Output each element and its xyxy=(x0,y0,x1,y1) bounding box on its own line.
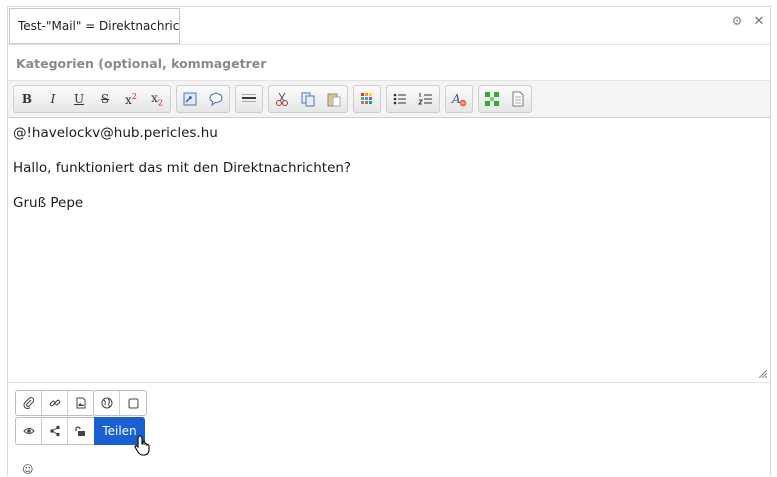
mention-line: @!havelockv@hub.pericles.hu xyxy=(13,125,218,141)
title-input[interactable]: Test-"Mail" = Direktnachric xyxy=(9,8,180,44)
image-icon xyxy=(76,397,86,409)
square-icon xyxy=(128,398,138,408)
share-icon xyxy=(49,425,60,437)
body-line: Hallo, funktioniert das mit den Direktna… xyxy=(13,160,352,176)
categories-row xyxy=(8,46,770,81)
unlock-icon xyxy=(75,426,85,436)
list-group xyxy=(386,85,440,113)
bulleted-list-button[interactable] xyxy=(387,86,413,112)
superscript-button[interactable]: x2 xyxy=(118,86,144,112)
globe-icon xyxy=(101,397,112,409)
bulleted-list-icon xyxy=(393,93,406,105)
insert-link-icon xyxy=(183,92,197,106)
grid-icon xyxy=(485,92,499,106)
cut-icon xyxy=(276,92,288,106)
italic-button[interactable]: I xyxy=(40,86,66,112)
eye-icon xyxy=(22,428,35,434)
permissions-button[interactable] xyxy=(68,418,94,444)
share-options-button[interactable] xyxy=(42,418,68,444)
paste-icon xyxy=(327,93,341,107)
clipboard-group xyxy=(268,85,348,113)
signature-line: Gruß Pepe xyxy=(13,195,84,211)
strikethrough-button[interactable]: S xyxy=(92,86,118,112)
misc-group xyxy=(478,85,532,113)
paperclip-icon xyxy=(22,397,34,409)
italic-icon: I xyxy=(50,92,56,106)
document-icon xyxy=(512,91,524,107)
clear-format-icon: A xyxy=(451,92,467,107)
underline-icon: U xyxy=(73,92,85,106)
copy-icon xyxy=(301,92,315,107)
horizontal-rule-button[interactable] xyxy=(236,86,262,112)
cut-button[interactable] xyxy=(269,86,295,112)
location-group xyxy=(93,390,147,416)
emoji-icon[interactable]: ☺ xyxy=(22,463,33,476)
superscript-icon: x2 xyxy=(125,91,137,107)
color-palette-button[interactable] xyxy=(354,86,380,112)
editor-toolbar: B I U S x2 x2 A xyxy=(8,81,770,118)
copy-button[interactable] xyxy=(295,86,321,112)
resize-handle-icon[interactable] xyxy=(759,370,767,378)
message-editor[interactable]: @!havelockv@hub.pericles.hu Hallo, funkt… xyxy=(8,119,770,381)
subscript-icon: x2 xyxy=(151,90,163,108)
gear-icon[interactable]: ⚙ xyxy=(730,14,744,28)
bold-icon: B xyxy=(21,92,33,106)
title-row: Test-"Mail" = Direktnachric ⚙ ✕ xyxy=(8,7,770,45)
link-button[interactable] xyxy=(42,391,68,415)
speech-bubble-icon xyxy=(209,93,223,107)
text-format-group: B I U S x2 x2 xyxy=(13,85,171,113)
document-button[interactable] xyxy=(505,86,531,112)
close-icon[interactable]: ✕ xyxy=(752,14,766,29)
paste-button[interactable] xyxy=(321,86,347,112)
globe-button[interactable] xyxy=(94,391,120,415)
clear-format-group: A xyxy=(445,85,473,113)
underline-button[interactable]: U xyxy=(66,86,92,112)
action-bar: Teilen ☺ xyxy=(8,382,770,477)
grid-button[interactable] xyxy=(479,86,505,112)
insert-link-button[interactable] xyxy=(177,86,203,112)
subscript-button[interactable]: x2 xyxy=(144,86,170,112)
numbered-list-button[interactable] xyxy=(413,86,439,112)
color-palette-icon xyxy=(361,93,372,104)
image-button[interactable] xyxy=(68,391,94,415)
horizontal-rule-icon xyxy=(242,94,256,102)
svg-text:A: A xyxy=(451,92,461,106)
attach-group xyxy=(15,390,95,416)
speech-bubble-button[interactable] xyxy=(203,86,229,112)
strikethrough-icon: S xyxy=(100,92,110,106)
preview-button[interactable] xyxy=(16,418,42,444)
link-icon xyxy=(49,399,60,407)
insert-group xyxy=(176,85,230,113)
post-editor-panel: Test-"Mail" = Direktnachric ⚙ ✕ B I U S … xyxy=(7,6,771,477)
bold-button[interactable]: B xyxy=(14,86,40,112)
clear-format-button[interactable]: A xyxy=(446,86,472,112)
rule-group xyxy=(235,85,263,113)
numbered-list-icon xyxy=(418,92,432,105)
categories-input[interactable] xyxy=(8,46,770,81)
pointer-cursor-icon xyxy=(134,435,150,456)
attach-button[interactable] xyxy=(16,391,42,415)
color-group xyxy=(353,85,381,113)
checkbox-button[interactable] xyxy=(120,391,146,415)
